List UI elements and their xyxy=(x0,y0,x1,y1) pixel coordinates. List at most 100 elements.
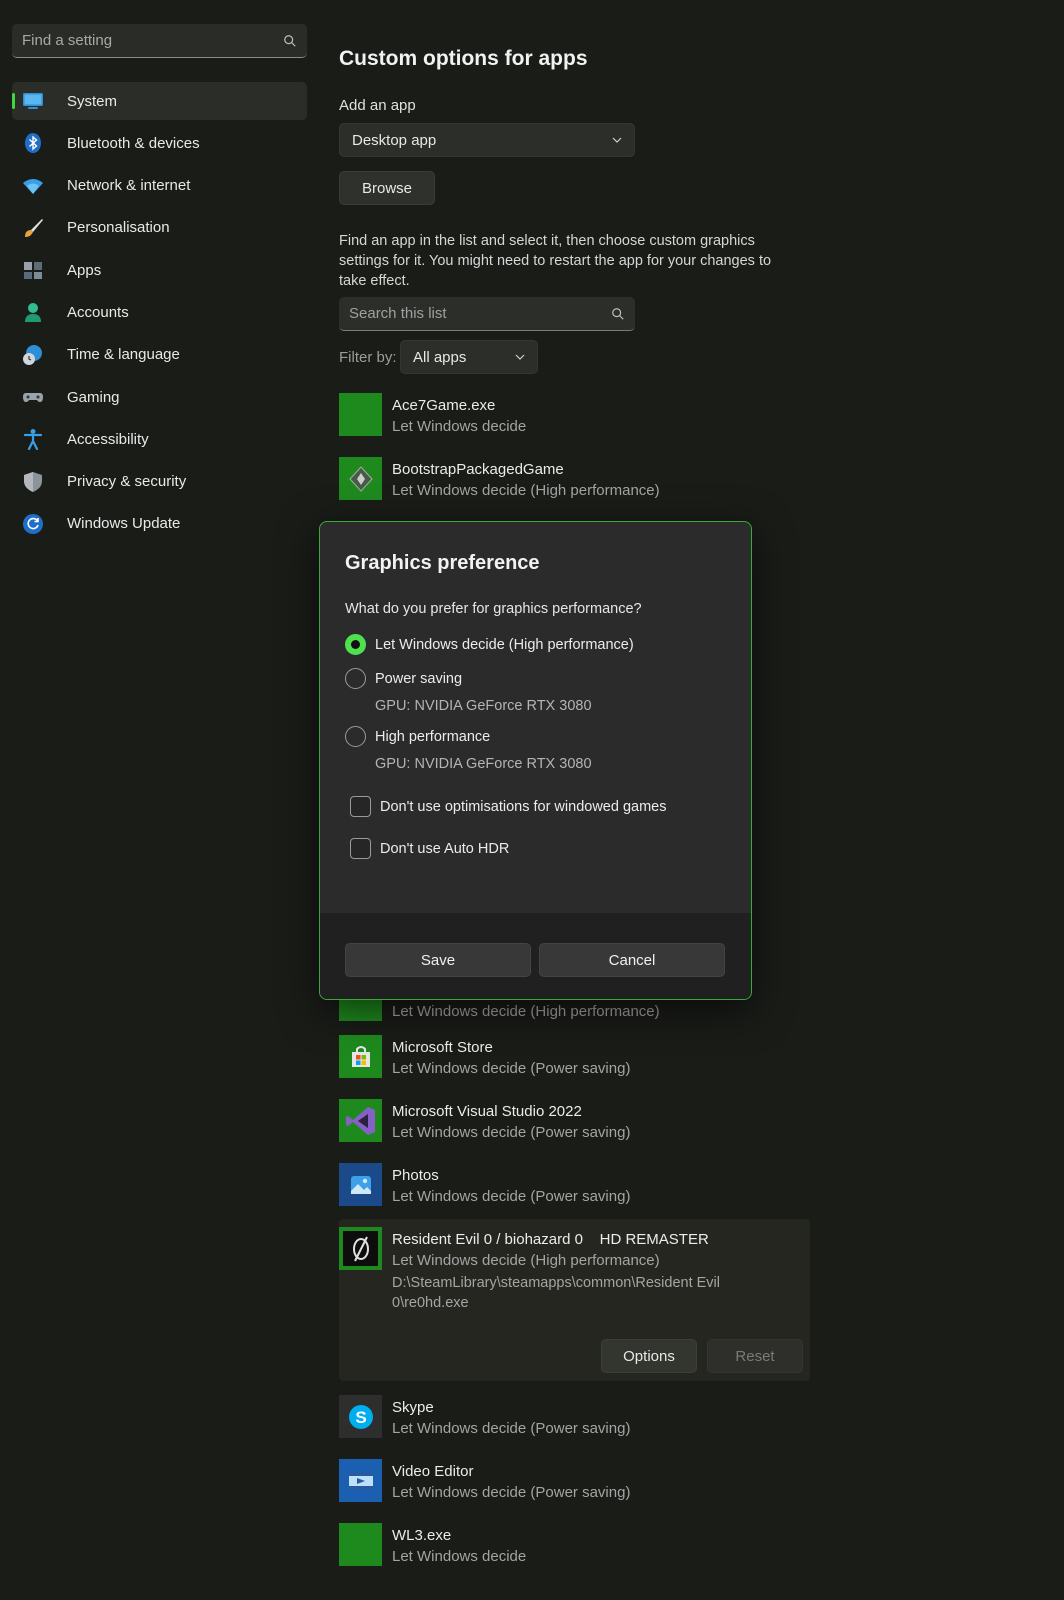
sidebar-item-label: Network & internet xyxy=(67,177,191,195)
sidebar-item-label: Gaming xyxy=(67,388,120,406)
checkbox-windowed-optimisations[interactable]: Don't use optimisations for windowed gam… xyxy=(350,796,666,817)
filter-value: All apps xyxy=(413,348,467,366)
app-path: D:\SteamLibrary\steamapps\common\Residen… xyxy=(392,1275,720,1311)
sidebar-item-label: Windows Update xyxy=(67,515,181,533)
app-status: Let Windows decide (Power saving) xyxy=(392,1124,631,1141)
page-title: Custom options for apps xyxy=(339,47,588,70)
app-status: Let Windows decide (Power saving) xyxy=(392,1188,631,1205)
filter-dropdown[interactable]: All apps xyxy=(400,340,538,374)
radio-let-windows-decide[interactable]: Let Windows decide (High performance) xyxy=(345,634,634,655)
app-status: Let Windows decide (High performance) xyxy=(392,1252,660,1269)
sidebar-item-label: Bluetooth & devices xyxy=(67,134,200,152)
checkbox[interactable] xyxy=(350,796,371,817)
app-name: Photos xyxy=(392,1167,439,1184)
sidebar-item-bluetooth[interactable]: Bluetooth & devices xyxy=(12,124,307,162)
checkbox[interactable] xyxy=(350,838,371,859)
checkbox-label: Don't use optimisations for windowed gam… xyxy=(380,798,667,815)
skype-icon: S xyxy=(339,1395,382,1438)
sidebar-item-label: Apps xyxy=(67,261,102,279)
radio-high-performance[interactable]: High performance xyxy=(345,726,490,747)
app-status: Let Windows decide (Power saving) xyxy=(392,1420,631,1437)
app-status: Let Windows decide (Power saving) xyxy=(392,1060,631,1077)
gpu-info: GPU: NVIDIA GeForce RTX 3080 xyxy=(375,756,592,772)
sidebar-nav: System Bluetooth & devices Network & int… xyxy=(12,82,307,547)
radio-power-saving[interactable]: Power saving xyxy=(345,668,462,689)
filter-label: Filter by: xyxy=(339,349,397,366)
sidebar-item-label: Accessibility xyxy=(67,430,149,448)
app-name: Microsoft Visual Studio 2022 xyxy=(392,1103,582,1120)
bluetooth-icon xyxy=(22,132,44,154)
app-list-search-box[interactable] xyxy=(339,297,635,331)
cancel-button[interactable]: Cancel xyxy=(539,943,725,977)
app-status: Let Windows decide (High performance) xyxy=(392,1003,660,1020)
list-item[interactable]: Ace7Game.exe Let Windows decide xyxy=(339,393,809,441)
search-icon[interactable] xyxy=(283,34,297,48)
app-name: Microsoft Store xyxy=(392,1039,493,1056)
chevron-down-icon xyxy=(515,354,525,360)
reset-button[interactable]: Reset xyxy=(707,1339,803,1373)
settings-search-input[interactable] xyxy=(22,32,283,49)
list-item[interactable]: WL3.exe Let Windows decide xyxy=(339,1523,809,1571)
green-tile-icon xyxy=(339,1523,382,1566)
app-list-search-input[interactable] xyxy=(349,305,611,322)
save-button[interactable]: Save xyxy=(345,943,531,977)
sidebar-item-label: Accounts xyxy=(67,303,129,321)
options-button[interactable]: Options xyxy=(601,1339,697,1373)
person-icon xyxy=(22,301,44,323)
sidebar-item-label: Privacy & security xyxy=(67,473,187,491)
list-item[interactable]: BootstrapPackagedGame Let Windows decide… xyxy=(339,457,809,505)
resident-evil-icon xyxy=(339,1227,382,1270)
globe-clock-icon xyxy=(22,344,44,366)
list-item[interactable]: Microsoft Store Let Windows decide (Powe… xyxy=(339,1035,809,1083)
radio-button-checked[interactable] xyxy=(345,634,366,655)
search-icon[interactable] xyxy=(611,307,625,321)
app-status: Let Windows decide xyxy=(392,418,527,435)
refresh-icon xyxy=(22,513,44,535)
app-name: Skype xyxy=(392,1399,434,1416)
app-type-dropdown[interactable]: Desktop app xyxy=(339,123,635,157)
dialog-footer: Save Cancel xyxy=(320,913,751,999)
sidebar-item-windows-update[interactable]: Windows Update xyxy=(12,505,307,543)
gamepad-icon xyxy=(22,386,44,408)
browse-button[interactable]: Browse xyxy=(339,171,435,205)
bootstrap-game-icon xyxy=(339,457,382,500)
selected-app-card[interactable]: Resident Evil 0 / biohazard 0 HD REMASTE… xyxy=(339,1219,810,1381)
dialog-question: What do you prefer for graphics performa… xyxy=(345,601,642,617)
wifi-icon xyxy=(22,175,44,197)
brush-icon xyxy=(22,217,44,239)
list-item[interactable]: Video Editor Let Windows decide (Power s… xyxy=(339,1459,809,1507)
radio-button[interactable] xyxy=(345,726,366,747)
list-item[interactable]: Photos Let Windows decide (Power saving) xyxy=(339,1163,809,1211)
chevron-down-icon xyxy=(612,137,622,143)
radio-button[interactable] xyxy=(345,668,366,689)
settings-search-box[interactable] xyxy=(12,24,307,58)
sidebar-item-system[interactable]: System xyxy=(12,82,307,120)
app-name: Resident Evil 0 / biohazard 0 HD REMASTE… xyxy=(392,1231,709,1248)
photos-icon xyxy=(339,1163,382,1206)
app-name: BootstrapPackagedGame xyxy=(392,461,564,478)
sidebar-item-gaming[interactable]: Gaming xyxy=(12,378,307,416)
sidebar-item-network[interactable]: Network & internet xyxy=(12,167,307,205)
checkbox-auto-hdr[interactable]: Don't use Auto HDR xyxy=(350,838,509,859)
store-icon xyxy=(339,1035,382,1078)
monitor-icon xyxy=(22,90,44,112)
sidebar-item-label: System xyxy=(67,92,118,110)
green-tile-icon xyxy=(339,393,382,436)
sidebar-item-time-language[interactable]: Time & language xyxy=(12,336,307,374)
sidebar-item-personalisation[interactable]: Personalisation xyxy=(12,209,307,247)
sidebar-item-accessibility[interactable]: Accessibility xyxy=(12,420,307,458)
list-item[interactable]: Microsoft Visual Studio 2022 Let Windows… xyxy=(339,1099,809,1147)
app-name: WL3.exe xyxy=(392,1527,452,1544)
apps-icon xyxy=(22,259,44,281)
sidebar-item-privacy-security[interactable]: Privacy & security xyxy=(12,463,307,501)
app-status: Let Windows decide (High performance) xyxy=(392,482,660,499)
app-status: Let Windows decide xyxy=(392,1548,527,1565)
app-type-value: Desktop app xyxy=(352,131,437,149)
radio-label: Power saving xyxy=(375,670,463,687)
sidebar-item-apps[interactable]: Apps xyxy=(12,251,307,289)
sidebar-item-accounts[interactable]: Accounts xyxy=(12,293,307,331)
list-item[interactable]: S Skype Let Windows decide (Power saving… xyxy=(339,1395,809,1443)
shield-icon xyxy=(22,471,44,493)
app-status: Let Windows decide (Power saving) xyxy=(392,1484,631,1501)
list-description: Find an app in the list and select it, t… xyxy=(339,233,772,289)
